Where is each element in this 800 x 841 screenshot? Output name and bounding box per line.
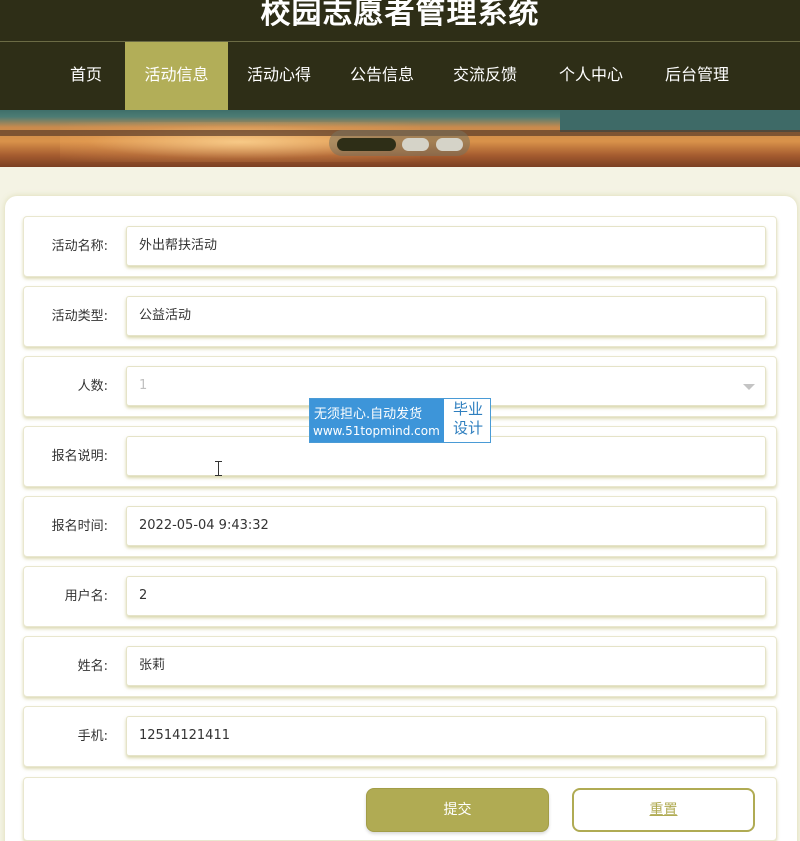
main-nav: 首页 活动信息 活动心得 公告信息 交流反馈 个人中心 后台管理 (0, 42, 800, 110)
form-row-username: 用户名: 2 (23, 566, 777, 627)
site-title: 校园志愿者管理系统 (260, 0, 540, 31)
activity-type-label: 活动类型: (51, 309, 108, 324)
text-cursor-icon (215, 461, 223, 476)
signup-note-label: 报名说明: (51, 449, 108, 464)
carousel-dot-1[interactable] (337, 138, 396, 151)
username-label: 用户名: (64, 589, 108, 604)
phone-input[interactable]: 12514121411 (126, 716, 766, 756)
nav-item-admin[interactable]: 后台管理 (654, 42, 740, 110)
name-label: 姓名: (77, 659, 108, 674)
activity-name-input[interactable]: 外出帮扶活动 (126, 226, 766, 266)
nav-item-personal-center[interactable]: 个人中心 (548, 42, 634, 110)
signup-time-label: 报名时间: (51, 519, 108, 534)
submit-button[interactable]: 提交 (366, 788, 549, 832)
watermark-line2: www.51topmind.com (313, 424, 440, 438)
form-row-signup-time: 报名时间: 2022-05-04 9:43:32 (23, 496, 777, 557)
reset-button[interactable]: 重置 (572, 788, 755, 832)
headcount-label: 人数: (77, 379, 108, 394)
username-input[interactable]: 2 (126, 576, 766, 616)
watermark-badge: 无须担心.自动发货 www.51topmind.com 毕业 设计 (309, 398, 491, 443)
watermark-left: 无须担心.自动发货 www.51topmind.com (310, 399, 444, 442)
nav-item-feedback[interactable]: 交流反馈 (442, 42, 528, 110)
form-row-activity-name: 活动名称: 外出帮扶活动 (23, 216, 777, 277)
carousel-dot-3[interactable] (436, 138, 463, 151)
form-row-phone: 手机: 12514121411 (23, 706, 777, 767)
banner-board-shape (560, 110, 800, 132)
nav-item-activity-info[interactable]: 活动信息 (125, 42, 228, 110)
activity-name-label: 活动名称: (51, 239, 108, 254)
site-header: 校园志愿者管理系统 (0, 0, 800, 42)
name-input[interactable]: 张莉 (126, 646, 766, 686)
nav-item-home[interactable]: 首页 (51, 42, 121, 110)
form-actions: 提交 重置 (23, 777, 777, 841)
form-row-name: 姓名: 张莉 (23, 636, 777, 697)
headcount-value: 1 (139, 378, 148, 393)
phone-label: 手机: (77, 729, 108, 744)
activity-type-input[interactable]: 公益活动 (126, 296, 766, 336)
form-row-activity-type: 活动类型: 公益活动 (23, 286, 777, 347)
nav-item-activity-notes[interactable]: 活动心得 (236, 42, 322, 110)
watermark-line1: 无须担心.自动发货 (314, 407, 423, 422)
chevron-down-icon (743, 384, 755, 390)
carousel-dot-2[interactable] (402, 138, 429, 151)
signup-time-input[interactable]: 2022-05-04 9:43:32 (126, 506, 766, 546)
watermark-side: 毕业 设计 (452, 400, 483, 437)
nav-item-announcements[interactable]: 公告信息 (339, 42, 425, 110)
